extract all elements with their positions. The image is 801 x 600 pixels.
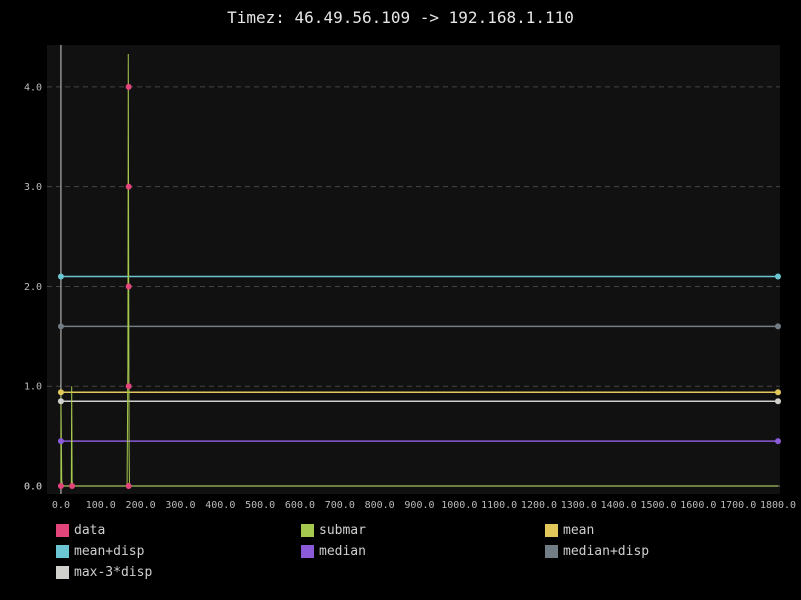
x-tick-label: 1500.0	[640, 500, 676, 511]
legend-label: data	[74, 522, 106, 538]
legend-item: max-3*disp	[56, 563, 152, 581]
x-tick-label: 300.0	[165, 500, 195, 511]
line-chart: 0.00.01.02.03.04.00.0 100.0 200.0 300.0 400.…	[24, 45, 796, 511]
legend-item: median	[301, 542, 366, 560]
legend-swatch	[56, 544, 69, 558]
y-tick-label: 2.0	[24, 282, 42, 293]
data-point	[125, 483, 132, 490]
legend-label: mean	[563, 522, 595, 538]
x-tick-label: 800.0	[365, 500, 395, 511]
x-tick-label: 1600.0	[680, 500, 716, 511]
x-tick-label: 1100.0	[481, 500, 517, 511]
data-point	[125, 283, 132, 290]
legend-swatch	[301, 523, 314, 537]
plot-area	[47, 45, 780, 494]
data-point	[69, 483, 76, 490]
x-tick-label: 400.0	[205, 500, 235, 511]
x-tick-label: 1300.0	[561, 500, 597, 511]
x-tick-label: 100.0	[86, 500, 116, 511]
legend-item: median+disp	[545, 542, 649, 560]
legend-label: median	[319, 543, 366, 559]
data-point	[125, 83, 132, 90]
y-tick-label: 0.0	[24, 482, 42, 493]
series-point-median	[775, 438, 782, 445]
y-tick-label: 3.0	[24, 182, 42, 193]
series-point-mean	[775, 389, 782, 396]
legend-item: mean	[545, 521, 594, 539]
y-tick-label: 1.0	[24, 382, 42, 393]
x-tick-label: 1800.0	[760, 500, 796, 511]
series-point-median-disp	[57, 323, 64, 330]
legend-swatch	[545, 544, 558, 558]
data-point	[125, 383, 132, 390]
data-point	[57, 483, 64, 490]
series-point-median	[57, 438, 64, 445]
y-tick-label: 4.0	[24, 82, 42, 93]
data-point	[125, 183, 132, 190]
legend-label: mean+disp	[74, 543, 145, 559]
legend-item: mean+disp	[56, 542, 144, 560]
x-tick-label: 1400.0	[601, 500, 637, 511]
legend-swatch	[56, 523, 69, 537]
series-point-mean-disp	[57, 273, 64, 280]
x-tick-label: 0.0	[52, 500, 70, 511]
x-tick-label: 900.0	[404, 500, 434, 511]
legend-swatch	[545, 523, 558, 537]
x-tick-label: 200.0	[126, 500, 156, 511]
legend-item: data	[56, 521, 105, 539]
series-point-max---disp	[775, 398, 782, 405]
series-point-median-disp	[775, 323, 782, 330]
series-point-mean-disp	[775, 273, 782, 280]
legend-label: max-3*disp	[74, 564, 153, 580]
legend-label: median+disp	[563, 543, 650, 559]
legend-swatch	[56, 565, 69, 579]
x-tick-label: 1200.0	[521, 500, 557, 511]
x-tick-label: 500.0	[245, 500, 275, 511]
x-tick-label: 600.0	[285, 500, 315, 511]
legend-label: submar	[319, 522, 366, 538]
legend-swatch	[301, 544, 314, 558]
x-tick-label: 1700.0	[720, 500, 756, 511]
x-tick-label: 1000.0	[441, 500, 477, 511]
series-point-max---disp	[57, 398, 64, 405]
series-point-mean	[57, 389, 64, 396]
x-tick-label: 700.0	[325, 500, 355, 511]
legend-item: submar	[301, 521, 366, 539]
